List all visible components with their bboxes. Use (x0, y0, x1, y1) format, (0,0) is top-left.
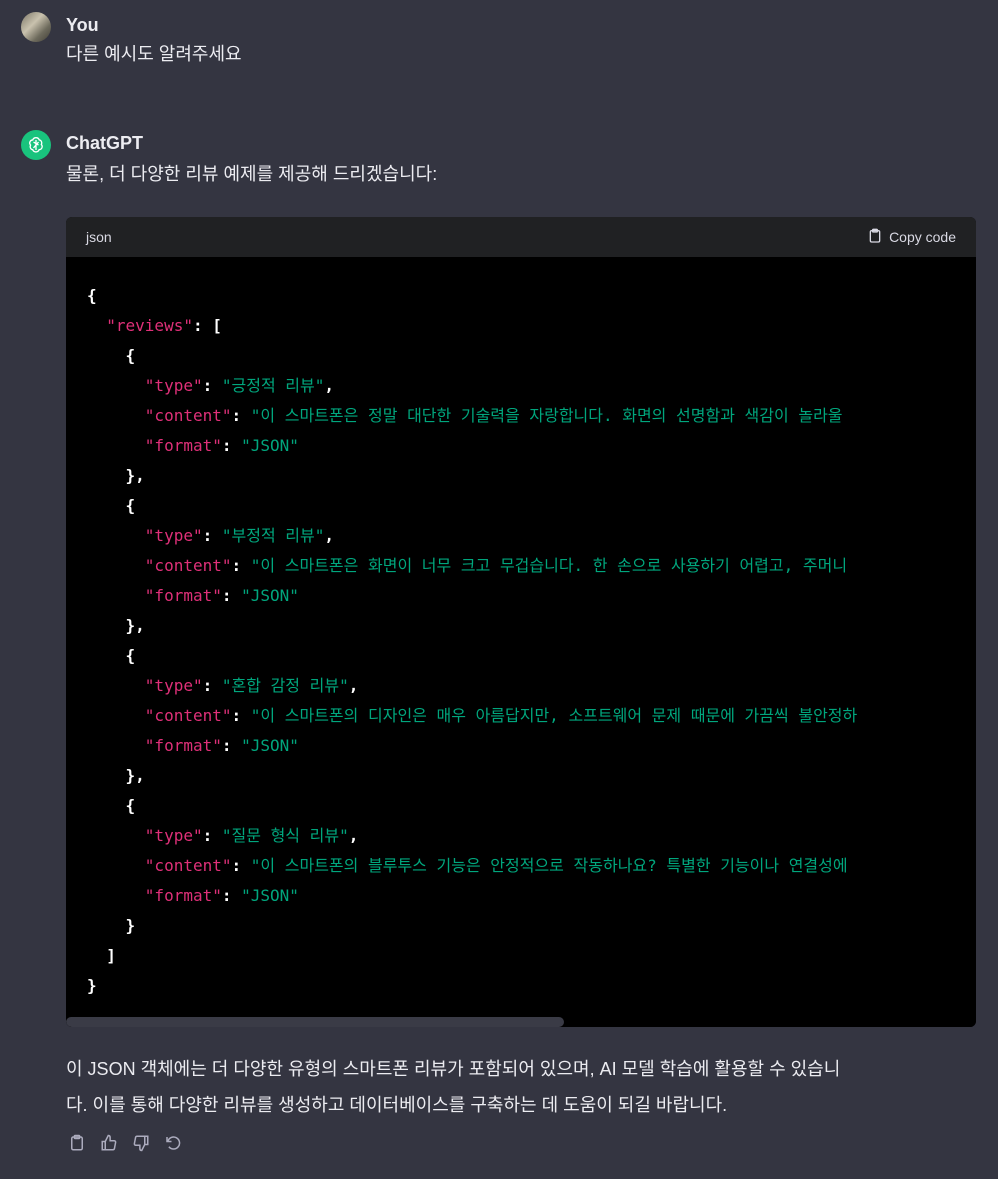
horizontal-scrollbar[interactable] (66, 1017, 976, 1027)
copy-code-label: Copy code (889, 229, 956, 245)
code-line: { (125, 646, 136, 665)
code-line: "format": "JSON" (144, 586, 299, 605)
code-line: { (125, 496, 136, 515)
code-line: "format": "JSON" (144, 436, 299, 455)
code-block: json Copy code { "reviews": [ { "type": … (66, 217, 976, 1027)
code-line: { (125, 796, 136, 815)
code-line: }, (125, 766, 145, 785)
user-name: You (66, 15, 99, 35)
code-line: }, (125, 466, 145, 485)
code-line: } (125, 916, 136, 935)
user-avatar (21, 12, 51, 42)
code-line: "content": "이 스마트폰은 화면이 너무 크고 무겁습니다. 한 손… (144, 556, 848, 575)
thumbs-down-icon[interactable] (130, 1132, 152, 1154)
code-line: "type": "혼합 감정 리뷰", (144, 676, 359, 695)
code-line: "content": "이 스마트폰은 정말 대단한 기술력을 자랑합니다. 화… (144, 406, 843, 425)
thumbs-up-icon[interactable] (98, 1132, 120, 1154)
code-line: { (125, 346, 136, 365)
assistant-closing-line-2: 다. 이를 통해 다양한 리뷰를 생성하고 데이터베이스를 구축하는 데 도움이… (66, 1095, 728, 1115)
code-header: json Copy code (66, 217, 976, 257)
assistant-intro-text: 물론, 더 다양한 리뷰 예제를 제공해 드리겠습니다: (66, 164, 438, 184)
code-line: { (87, 286, 97, 305)
code-line: ] (106, 946, 116, 965)
user-message-text: 다른 예시도 알려주세요 (66, 44, 242, 64)
copy-code-button[interactable]: Copy code (867, 228, 956, 247)
code-line: "content": "이 스마트폰의 디자인은 매우 아름답지만, 소프트웨어… (144, 706, 858, 725)
regenerate-icon[interactable] (162, 1132, 184, 1154)
message-actions (66, 1132, 184, 1154)
code-line: "content": "이 스마트폰의 블루투스 기능은 안정적으로 작동하나요… (144, 856, 848, 875)
clipboard-icon[interactable] (66, 1132, 88, 1154)
scrollbar-thumb[interactable] (66, 1017, 564, 1027)
chatgpt-logo-icon (21, 130, 51, 160)
code-content: { "reviews": [ { "type": "긍정적 리뷰", "cont… (66, 257, 976, 1017)
code-line: "type": "부정적 리뷰", (144, 526, 335, 545)
code-line: "type": "질문 형식 리뷰", (144, 826, 359, 845)
code-line: "type": "긍정적 리뷰", (144, 376, 335, 395)
code-line: } (87, 976, 97, 995)
code-line: "format": "JSON" (144, 736, 299, 755)
code-line: }, (125, 616, 145, 635)
clipboard-icon (867, 228, 883, 247)
code-line: "format": "JSON" (144, 886, 299, 905)
assistant-name: ChatGPT (66, 133, 144, 153)
assistant-closing-line-1: 이 JSON 객체에는 더 다양한 유형의 스마트폰 리뷰가 포함되어 있으며,… (66, 1059, 841, 1079)
code-line: "reviews": [ (106, 316, 222, 335)
code-language-label: json (86, 229, 112, 245)
